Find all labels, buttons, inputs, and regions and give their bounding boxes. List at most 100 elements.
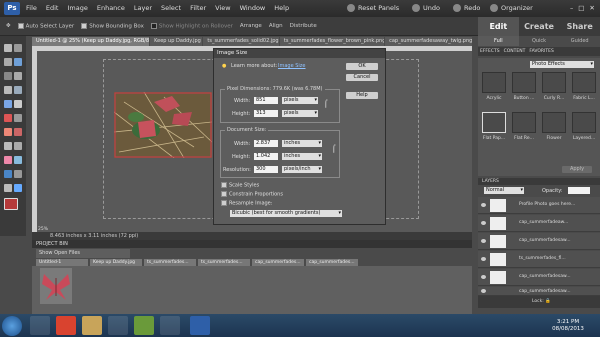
tab-favorites[interactable]: FAVORITES <box>529 49 553 54</box>
effects-category-select[interactable]: Photo Effects <box>530 61 594 68</box>
crop-tool-icon[interactable] <box>4 114 12 122</box>
effect-thumb[interactable] <box>542 112 566 133</box>
bin-file[interactable]: ts_summerfades... <box>198 259 250 266</box>
eye-icon[interactable] <box>481 239 486 243</box>
arrange-dropdown[interactable]: Arrange <box>240 23 262 29</box>
eye-icon[interactable] <box>481 221 486 225</box>
menu-window[interactable]: Window <box>240 4 266 12</box>
apply-button[interactable]: Apply <box>562 166 592 173</box>
close-icon[interactable]: ✕ <box>589 4 594 12</box>
tab-effects[interactable]: EFFECTS <box>480 49 500 54</box>
show-bounding-checkbox[interactable]: Show Bounding Box <box>81 22 144 29</box>
eyedropper-tool-icon[interactable] <box>14 58 22 66</box>
cancel-button[interactable]: Cancel <box>346 74 378 81</box>
zoom-tool-icon[interactable] <box>14 44 22 52</box>
redo-button[interactable]: Redo <box>453 4 480 12</box>
show-highlight-checkbox[interactable]: Show Highlight on Rollover <box>150 22 233 29</box>
effect-thumb[interactable] <box>512 112 536 133</box>
pixel-height-field[interactable]: 313 <box>254 110 278 117</box>
menu-layer[interactable]: Layer <box>134 4 152 12</box>
menu-edit[interactable]: Edit <box>46 4 59 12</box>
move-tool-icon[interactable] <box>4 44 12 52</box>
menu-view[interactable]: View <box>215 4 230 12</box>
menu-file[interactable]: File <box>26 4 37 12</box>
paint-bucket-tool-icon[interactable] <box>4 156 12 164</box>
tab-edit[interactable]: Edit <box>478 17 519 36</box>
effect-thumb[interactable] <box>512 72 536 93</box>
pencil-tool-icon[interactable] <box>4 142 12 150</box>
red-eye-tool-icon[interactable] <box>4 100 12 108</box>
auto-select-checkbox[interactable]: Auto Select Layer <box>17 22 74 29</box>
menu-help[interactable]: Help <box>274 4 289 12</box>
minimize-icon[interactable]: – <box>570 4 573 12</box>
layer-row[interactable]: cap_summerfadesaw... <box>478 287 600 296</box>
tab-create[interactable]: Create <box>519 17 560 36</box>
smart-brush-tool-icon[interactable] <box>14 184 22 192</box>
clone-stamp-tool-icon[interactable] <box>4 128 12 136</box>
doc-tab[interactable]: cap_summerfadesaway_twig.png <box>385 37 472 46</box>
resample-image-checkbox[interactable]: Resample Image: <box>221 200 272 207</box>
layer-row[interactable]: cap_summerfadeaw... <box>478 215 600 232</box>
doc-height-field[interactable]: 1.042 <box>254 153 278 160</box>
type-tool-icon[interactable] <box>14 100 22 108</box>
menu-enhance[interactable]: Enhance <box>97 4 125 12</box>
help-button[interactable]: Help <box>346 92 378 99</box>
eraser-tool-icon[interactable] <box>14 128 22 136</box>
reset-panels-button[interactable]: Reset Panels <box>347 4 399 12</box>
pixel-width-unit[interactable]: pixels <box>282 97 318 104</box>
bin-file[interactable]: Keep up Daddy.jpg <box>90 259 142 266</box>
resolution-unit[interactable]: pixels/inch <box>282 166 322 173</box>
align-dropdown[interactable]: Align <box>269 23 283 29</box>
shape-tool-icon[interactable] <box>4 170 12 178</box>
sponge-tool-icon[interactable] <box>4 184 12 192</box>
app-icon[interactable] <box>134 316 154 335</box>
effect-thumb-selected[interactable] <box>482 112 506 133</box>
brush-tool-icon[interactable] <box>14 142 22 150</box>
effect-thumb[interactable] <box>572 72 596 93</box>
layer-row[interactable]: ts_summerfades_fl... <box>478 251 600 268</box>
tab-full[interactable]: Full <box>478 36 519 46</box>
doc-height-unit[interactable]: inches <box>282 153 322 160</box>
learn-more-link[interactable]: Image Size <box>278 63 306 69</box>
blur-tool-icon[interactable] <box>14 170 22 178</box>
tab-content[interactable]: CONTENT <box>504 49 526 54</box>
gradient-tool-icon[interactable] <box>14 156 22 164</box>
layer-row[interactable]: Profile Photo goes here... <box>478 197 600 214</box>
foreground-color-swatch[interactable] <box>4 198 18 210</box>
resolution-field[interactable]: 300 <box>254 166 278 173</box>
doc-tab[interactable]: ts_summerfades_solid02.jpg <box>203 37 279 46</box>
doc-tab[interactable]: Keep up Daddy.jpg <box>150 37 203 46</box>
lasso-tool-icon[interactable] <box>14 72 22 80</box>
document-icon[interactable] <box>108 316 128 335</box>
effect-thumb[interactable] <box>482 72 506 93</box>
effect-thumb[interactable] <box>572 112 596 133</box>
layer-photo-image[interactable] <box>114 92 212 158</box>
scale-styles-checkbox[interactable]: Scale Styles <box>221 182 259 189</box>
eye-icon[interactable] <box>481 257 486 261</box>
constrain-proportions-checkbox[interactable]: Constrain Proportions <box>221 191 283 198</box>
app-icon[interactable] <box>160 316 180 335</box>
tab-share[interactable]: Share <box>559 17 600 36</box>
bin-file[interactable]: cap_summerfades... <box>306 259 358 266</box>
doc-width-field[interactable]: 2.837 <box>254 140 278 147</box>
doc-tab[interactable]: ts_summerfades_flower_brown_pink.png <box>279 37 385 46</box>
photoshop-taskbar-icon[interactable] <box>190 316 210 335</box>
eye-icon[interactable] <box>481 289 486 293</box>
doc-width-unit[interactable]: inches <box>282 140 322 147</box>
opacity-field[interactable] <box>568 187 590 194</box>
pixel-width-field[interactable]: 851 <box>254 97 278 104</box>
doc-tab-untitled[interactable]: Untitled-1 @ 25% (Keep up Daddy.jpg, RGB… <box>32 37 150 46</box>
layer-row[interactable]: cap_summerfadesaw... <box>478 269 600 286</box>
ok-button[interactable]: OK <box>346 63 378 70</box>
marquee-tool-icon[interactable] <box>4 72 12 80</box>
project-bin-select[interactable]: Show Open Files <box>36 249 130 258</box>
eye-icon[interactable] <box>481 275 486 279</box>
eye-icon[interactable] <box>481 203 486 207</box>
hand-tool-icon[interactable] <box>4 58 12 66</box>
start-button[interactable] <box>2 316 22 336</box>
explorer-icon[interactable] <box>82 316 102 335</box>
layer-row[interactable]: cap_summerfadesaw... <box>478 233 600 250</box>
effect-thumb[interactable] <box>542 72 566 93</box>
menu-select[interactable]: Select <box>161 4 181 12</box>
ie-icon[interactable] <box>30 316 50 335</box>
